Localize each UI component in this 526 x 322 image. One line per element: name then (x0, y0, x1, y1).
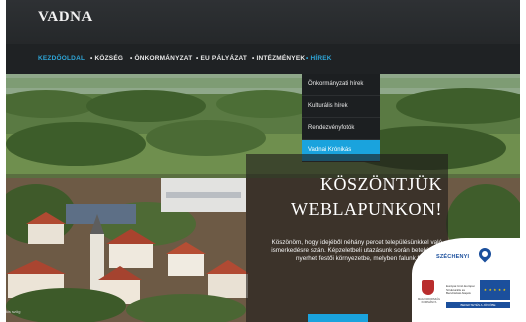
investment-bar: BEFEKTETÉS A JÖVŐBE (446, 302, 510, 308)
read-more-button[interactable] (308, 314, 368, 322)
government-label: MAGYARORSZÁG KORMÁNYA (417, 298, 440, 304)
dropdown-item-onkormanyzati-hirek[interactable]: Önkormányzati hírek (302, 74, 380, 96)
site-title[interactable]: VADNA (38, 9, 93, 26)
hirek-dropdown-menu: Önkormányzati hírek Kulturális hírek Ren… (302, 74, 380, 162)
nav-item-eu-palyazat[interactable]: • EU PÁLYÁZAT (196, 55, 247, 62)
corner-caption: kis szög (6, 309, 21, 314)
welcome-heading-line1: KÖSZÖNTJÜK (320, 174, 442, 194)
eu-flag-icon: ★ ★ ★ ★ ★ (480, 280, 510, 300)
main-navigation: KEZDŐOLDAL • KÖZSÉG • ÖNKORMÁNYZAT • EU … (6, 44, 520, 74)
dropdown-item-rendezvenyfotok[interactable]: Rendezvényfotók (302, 118, 380, 140)
nav-item-kezdooldal[interactable]: KEZDŐOLDAL (38, 55, 85, 62)
site-header: VADNA (6, 0, 520, 44)
dropdown-item-kulturalis-hirek[interactable]: Kulturális hírek (302, 96, 380, 118)
eu-funds-text: Európai Unió Európai Strukturális és Ber… (446, 284, 475, 296)
nav-item-kozseg[interactable]: • KÖZSÉG (90, 55, 123, 62)
szechenyi-title: SZÉCHENYI (436, 254, 470, 260)
location-pin-icon (476, 245, 494, 263)
szechenyi-badge[interactable]: SZÉCHENYI MAGYARORSZÁG KORMÁNYA Európai … (412, 238, 520, 322)
welcome-heading-line2: WEBLAPUNKON! (291, 199, 442, 219)
nav-item-hirek[interactable]: • HÍREK (306, 55, 332, 62)
coat-of-arms-icon (422, 280, 434, 295)
nav-item-intezmenyek[interactable]: • INTÉZMÉNYEK (252, 55, 305, 62)
nav-item-onkormanyzat[interactable]: • ÖNKORMÁNYZAT (130, 55, 192, 62)
browser-frame: VADNA KEZDŐOLDAL • KÖZSÉG • ÖNKORMÁNYZAT… (6, 0, 520, 322)
